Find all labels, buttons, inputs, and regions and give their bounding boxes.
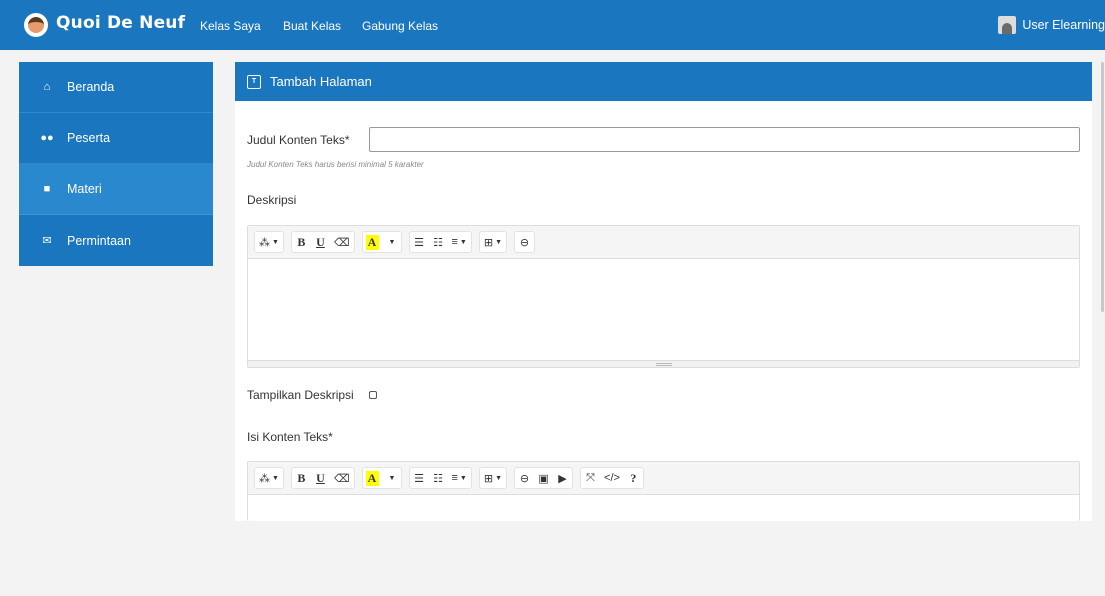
magic-wand-icon[interactable]: ⁂ ▼ [255,468,283,488]
user-avatar-icon [998,16,1017,34]
judul-input[interactable] [369,127,1080,152]
font-group: B U ⌫ [290,231,355,253]
code-view-icon[interactable]: </> [600,468,624,488]
tampilkan-label: Tampilkan Deskripsi [247,388,354,402]
underline-button[interactable]: U [311,232,330,252]
align-icon[interactable]: ≡ ▼ [448,232,471,252]
link-icon[interactable]: ⊖ [515,468,534,488]
nav-kelas-saya[interactable]: Kelas Saya [200,19,261,33]
deskripsi-editor: ⁂ ▼ B U ⌫ A ▼ ☰ ☷ ≡ ▼ ⊞ ▼ ⊖ [247,225,1080,368]
numbered-list-icon[interactable]: ☷ [429,232,448,252]
sidebar-item-label: Permintaan [67,233,131,248]
bullet-list-icon[interactable]: ☰ [410,232,429,252]
panel-header: T Tambah Halaman [235,62,1092,101]
color-group: A ▼ [361,231,402,253]
para-group: ☰ ☷ ≡ ▼ [408,467,472,489]
link-icon[interactable]: ⊖ [515,232,534,252]
view-group: ⤧ </> ? [580,467,644,489]
isi-editor: ⁂ ▼ B U ⌫ A ▼ ☰ ☷ ≡ ▼ ⊞ ▼ ⊖ ▣ ▶ ⤧ </> ? [247,461,1080,521]
highlight-color-button[interactable]: A [365,470,379,486]
table-group: ⊞ ▼ [478,231,508,253]
sidebar-item-label: Peserta [67,131,111,145]
insert-group: ⊖ [514,231,536,253]
home-icon: ⌂ [43,81,51,93]
insert-group: ⊖ ▣ ▶ [514,467,574,489]
deskripsi-edit-area[interactable] [248,259,1079,360]
isi-label: Isi Konten Teks* [247,430,333,444]
boxes-icon: ■ [43,183,51,195]
text-content-icon: T [247,74,261,89]
sidebar-item-materi[interactable]: ■ Materi [19,164,213,215]
para-group: ☰ ☷ ≡ ▼ [408,231,472,253]
sidebar: ⌂ Beranda ●● Peserta ■ Materi ✉ Perminta… [19,62,213,266]
color-dropdown-icon[interactable]: ▼ [382,232,401,252]
eraser-icon[interactable]: ⌫ [330,468,354,488]
font-group: B U ⌫ [290,467,355,489]
editor-resize-handle[interactable] [248,360,1079,367]
main-panel: T Tambah Halaman Judul Konten Teks* Judu… [235,62,1092,521]
deskripsi-label: Deskripsi [247,193,297,207]
judul-label: Judul Konten Teks* [247,133,350,147]
sidebar-item-permintaan[interactable]: ✉ Permintaan [19,215,213,266]
table-icon[interactable]: ⊞ ▼ [480,468,506,488]
sidebar-item-beranda[interactable]: ⌂ Beranda [19,62,213,113]
editor-toolbar: ⁂ ▼ B U ⌫ A ▼ ☰ ☷ ≡ ▼ ⊞ ▼ ⊖ [248,226,1079,259]
bold-button[interactable]: B [292,232,311,252]
table-icon[interactable]: ⊞ ▼ [480,232,506,252]
color-group: A ▼ [361,467,402,489]
help-icon[interactable]: ? [624,468,643,488]
highlight-color-button[interactable]: A [365,234,379,250]
top-navbar: Quoi De Neuf Kelas Saya Buat Kelas Gabun… [0,0,1105,50]
brand-name[interactable]: Quoi De Neuf [56,13,185,33]
magic-wand-icon[interactable]: ⁂ ▼ [255,232,283,252]
numbered-list-icon[interactable]: ☷ [429,468,448,488]
user-name: User Elearning [1022,18,1105,32]
video-icon[interactable]: ▶ [553,468,572,488]
nav-gabung-kelas[interactable]: Gabung Kelas [362,19,438,33]
style-group: ⁂ ▼ [254,231,284,253]
eraser-icon[interactable]: ⌫ [330,232,354,252]
sidebar-item-label: Beranda [67,80,115,94]
table-group: ⊞ ▼ [478,467,508,489]
envelope-icon: ✉ [42,235,52,247]
nav-buat-kelas[interactable]: Buat Kelas [283,19,341,33]
sidebar-item-label: Materi [67,182,102,196]
fullscreen-icon[interactable]: ⤧ [581,468,600,488]
align-icon[interactable]: ≡ ▼ [448,468,471,488]
page-title: Tambah Halaman [270,74,372,89]
color-dropdown-icon[interactable]: ▼ [382,468,401,488]
bullet-list-icon[interactable]: ☰ [410,468,429,488]
sidebar-item-peserta[interactable]: ●● Peserta [19,113,213,164]
isi-edit-area[interactable] [248,495,1079,596]
user-menu[interactable]: User Elearning [998,0,1105,50]
tampilkan-checkbox[interactable] [369,391,377,399]
judul-hint: Judul Konten Teks harus berisi minimal 5… [247,160,424,169]
underline-button[interactable]: U [311,468,330,488]
bold-button[interactable]: B [292,468,311,488]
users-icon: ●● [40,132,54,144]
editor-toolbar: ⁂ ▼ B U ⌫ A ▼ ☰ ☷ ≡ ▼ ⊞ ▼ ⊖ ▣ ▶ ⤧ </> ? [248,462,1079,495]
style-group: ⁂ ▼ [254,467,284,489]
avatar-logo-icon[interactable] [24,13,48,37]
page-scrollbar-thumb[interactable] [1101,62,1104,312]
image-icon[interactable]: ▣ [534,468,553,488]
